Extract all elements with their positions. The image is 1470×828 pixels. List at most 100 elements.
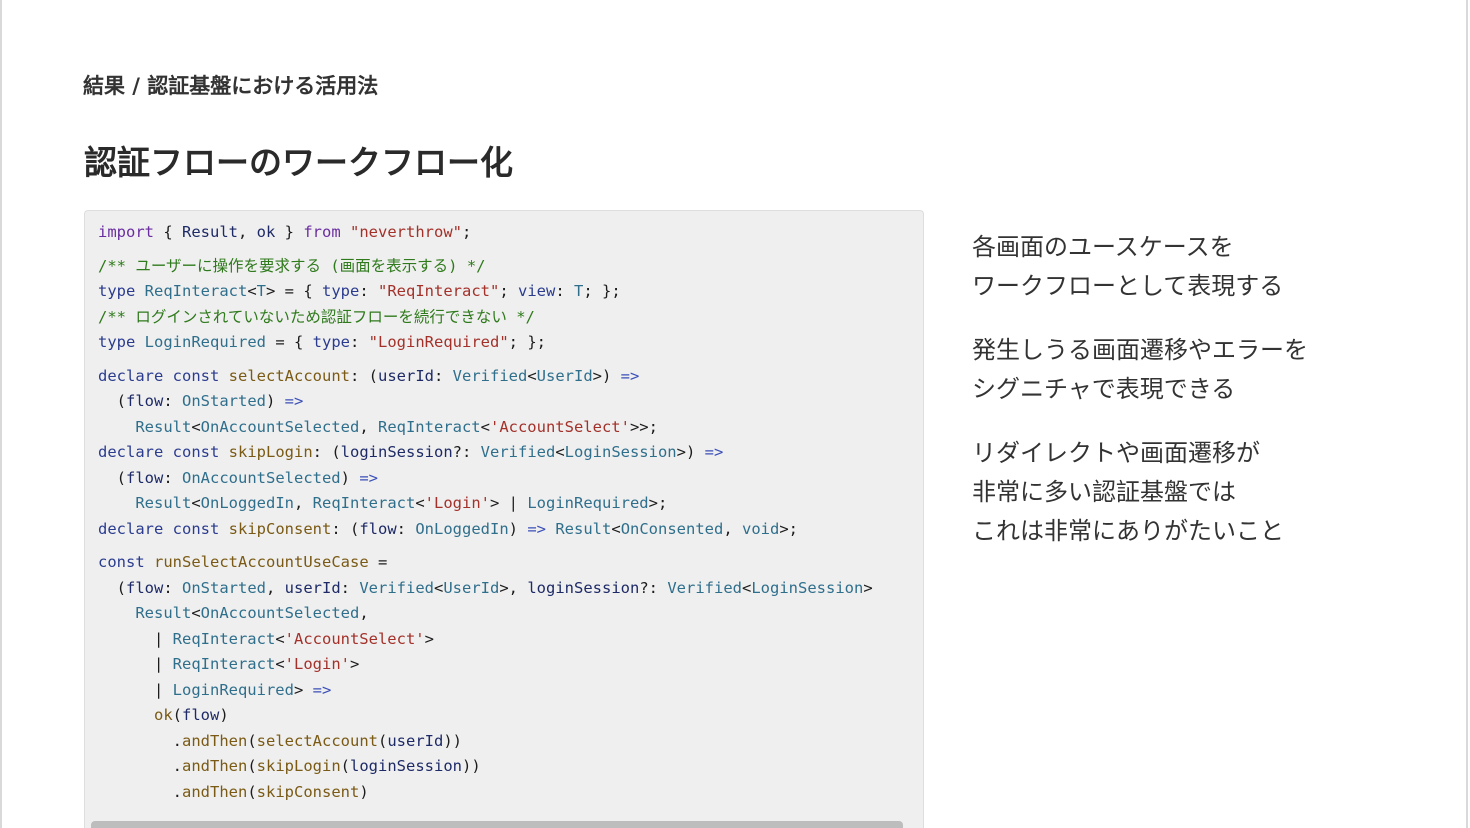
note-line: 発生しうる画面遷移やエラーを <box>972 336 1308 364</box>
code-token: T <box>256 282 267 300</box>
horizontal-scrollbar[interactable] <box>91 821 903 828</box>
code-token: type <box>98 333 136 351</box>
code-token: < <box>555 443 565 461</box>
code-token: < <box>611 519 621 538</box>
code-token: ?: <box>452 443 481 461</box>
code-token: ; <box>462 223 472 241</box>
code-line: const runSelectAccountUseCase = <box>98 550 923 576</box>
code-line: | LoginRequired> => <box>98 678 923 704</box>
code-token: OnAccountSelected <box>200 604 360 622</box>
note-line: 各画面のユースケースを <box>972 233 1234 261</box>
code-token: OnAccountSelected <box>182 468 341 487</box>
code-line: Result<OnLoggedIn, ReqInteract<'Login'> … <box>98 491 923 517</box>
code-token: ( <box>247 782 257 801</box>
code-token: : ( <box>331 519 360 538</box>
code-token: : <box>359 282 379 300</box>
code-token: userId <box>387 731 444 750</box>
code-token: < <box>275 629 285 648</box>
code-token: Result <box>135 494 192 512</box>
code-token: declare const <box>98 366 220 385</box>
code-token: )) <box>462 757 481 775</box>
code-block[interactable]: import { Result, ok } from "neverthrow";… <box>84 210 924 828</box>
code-token: ; }; <box>508 333 546 351</box>
code-token: loginSession <box>350 757 462 775</box>
code-token: < <box>191 494 201 512</box>
code-token: < <box>191 417 201 436</box>
code-token: Result <box>555 519 612 538</box>
code-token: > <box>349 655 360 673</box>
note-line: リダイレクトや画面遷移が <box>972 439 1260 467</box>
code-line: .andThen(skipConsent) <box>98 780 923 806</box>
code-token: void <box>742 519 780 538</box>
code-token: declare const <box>98 443 220 461</box>
code-token: | <box>98 629 173 648</box>
code-line: declare const selectAccount: (userId: Ve… <box>98 364 923 390</box>
note-paragraph: リダイレクトや画面遷移が 非常に多い認証基盤では これは非常にありがたいこと <box>972 434 1308 551</box>
code-token: LoginSession <box>564 443 677 461</box>
code-token: : <box>340 578 360 597</box>
code-token: , <box>359 417 378 436</box>
code-token: < <box>741 578 752 597</box>
code-token: ; <box>499 282 519 300</box>
code-token: flow <box>182 706 220 724</box>
code-token: type <box>98 282 136 300</box>
code-line: declare const skipLogin: (loginSession?:… <box>98 440 923 466</box>
code-token: : <box>555 282 575 300</box>
code-token: import <box>98 223 154 241</box>
code-token: } <box>275 223 304 241</box>
code-token: > <box>863 578 873 597</box>
code-line: /** ユーザーに操作を要求する (画面を表示する) */ <box>98 254 923 280</box>
code-token: declare const <box>98 519 220 538</box>
code-token: > | <box>490 494 528 512</box>
code-token: skipConsent <box>228 519 332 538</box>
code-token: LoginSession <box>751 578 864 597</box>
code-token: from <box>303 223 341 241</box>
page-title: 認証フローのワークフロー化 <box>84 143 513 182</box>
code-line: .andThen(skipLogin(loginSession)) <box>98 754 923 780</box>
code-token: LoginRequired <box>527 494 649 512</box>
code-token: ( <box>378 731 388 750</box>
code-token: : <box>163 578 182 597</box>
code-token: andThen <box>182 782 248 801</box>
code-token: "LoginRequired" <box>368 333 509 351</box>
code-token: LoginRequired <box>172 680 294 699</box>
code-token: ReqInteract <box>312 494 416 512</box>
code-token: < <box>415 494 425 512</box>
code-token: )) <box>443 731 463 750</box>
code-token: ) <box>219 706 229 724</box>
code-token: , <box>359 604 369 622</box>
code-token: > <box>293 680 313 699</box>
code-token: type <box>322 282 360 300</box>
code-line: /** ログインされていないため認証フローを続行できない */ <box>98 305 923 331</box>
code-token: : <box>350 333 369 351</box>
code-token: type <box>312 333 350 351</box>
code-token: flow <box>126 392 164 410</box>
code-token: . <box>98 731 182 750</box>
code-line: Result<OnAccountSelected, <box>98 601 923 627</box>
code-token: userId <box>284 578 341 597</box>
code-token: => <box>620 366 640 385</box>
code-line: (flow: OnStarted) => <box>98 389 923 415</box>
code-token: : ( <box>350 366 378 385</box>
code-token: < <box>275 655 285 673</box>
code-token: ReqInteract <box>377 417 481 436</box>
code-line: (flow: OnAccountSelected) => <box>98 466 923 492</box>
code-token: : <box>396 519 416 538</box>
code-token: ( <box>247 731 257 750</box>
code-token: => <box>527 519 546 538</box>
code-token: > <box>424 629 434 648</box>
code-token: OnLoggedIn <box>415 519 509 538</box>
code-token: flow <box>126 468 164 487</box>
code-token: Verified <box>667 578 742 597</box>
code-token: userId <box>378 366 434 385</box>
code-line: ok(flow) <box>98 703 923 729</box>
note-paragraph: 各画面のユースケースを ワークフローとして表現する <box>972 228 1308 306</box>
code-token: OnConsented <box>620 519 724 538</box>
code-token: Result <box>182 223 238 241</box>
code-token: < <box>527 366 537 385</box>
code-content: import { Result, ok } from "neverthrow";… <box>98 220 923 805</box>
